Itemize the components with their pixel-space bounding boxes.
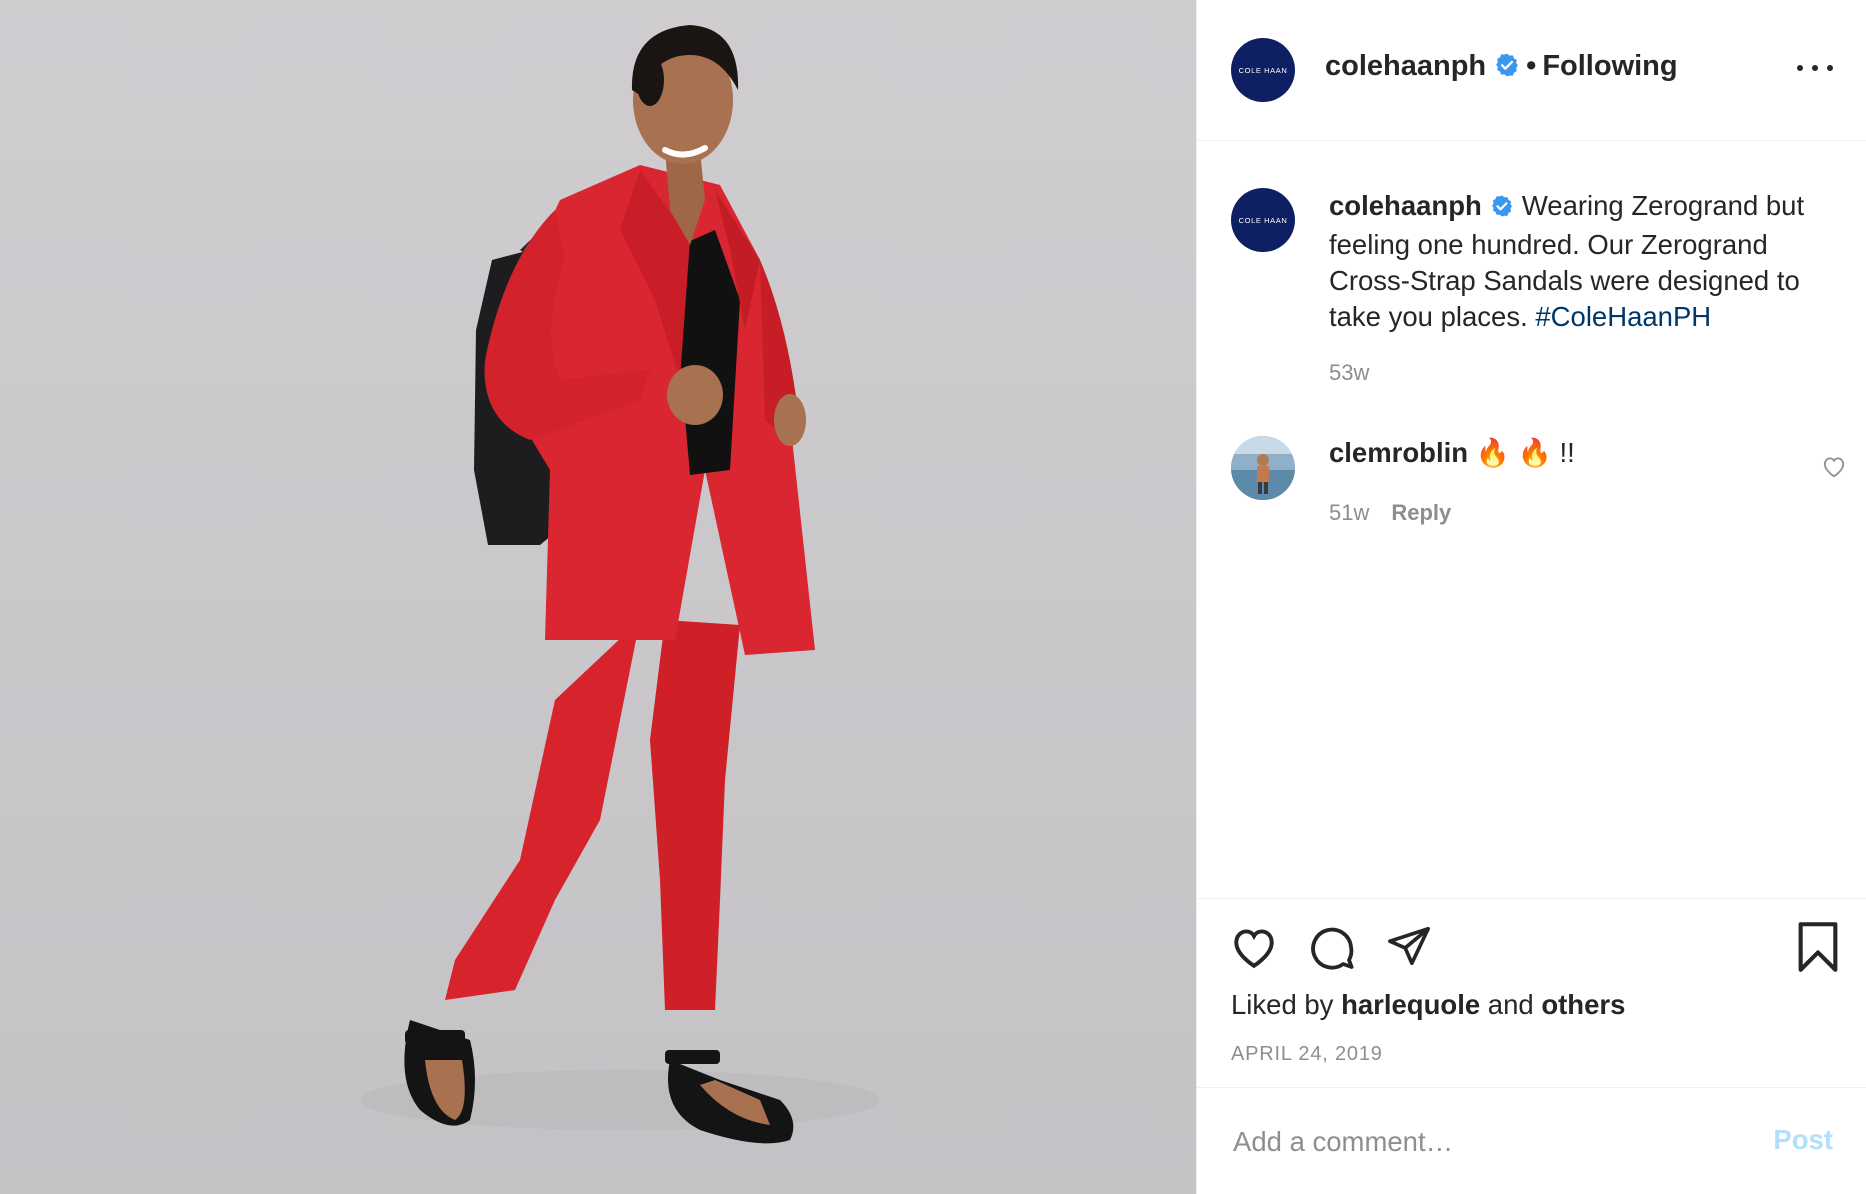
caption-avatar-text: COLE HAAN <box>1238 215 1288 225</box>
caption-avatar[interactable]: COLE HAAN <box>1231 188 1295 252</box>
caption-username[interactable]: colehaanph <box>1329 190 1482 221</box>
comment-username[interactable]: clemroblin <box>1329 437 1468 468</box>
caption-timestamp[interactable]: 53w <box>1329 360 1369 386</box>
comment-heart-icon[interactable] <box>1821 454 1847 478</box>
likes-summary: Liked by harlequole and others <box>1231 989 1625 1021</box>
comment-timestamp[interactable]: 51w <box>1329 500 1369 525</box>
model-photo-illustration <box>360 25 880 1144</box>
comment-bubble-icon[interactable] <box>1307 923 1357 976</box>
post-caption: colehaanph Wearing Zerogrand but feeling … <box>1329 188 1839 335</box>
more-options-icon[interactable] <box>1797 56 1833 80</box>
likes-prefix: Liked by <box>1231 989 1334 1020</box>
avatar-brand-text: COLE HAAN <box>1238 65 1288 75</box>
post-actions: Liked by harlequole and others APRIL 24,… <box>1197 898 1866 1088</box>
post-image[interactable] <box>0 0 1196 1194</box>
add-comment-bar: Post <box>1197 1088 1866 1194</box>
heart-icon[interactable] <box>1229 923 1279 974</box>
likes-user-link[interactable]: harlequole <box>1341 989 1480 1020</box>
profile-avatar[interactable]: COLE HAAN <box>1231 38 1295 102</box>
post-detail-panel: COLE HAAN colehaanph • Following COLE HAAN… <box>1196 0 1866 1194</box>
likes-middle: and <box>1487 989 1534 1020</box>
paper-plane-icon[interactable] <box>1385 923 1433 974</box>
commenter-avatar-image <box>1231 436 1295 500</box>
header-separator: • <box>1526 50 1537 82</box>
following-button[interactable]: Following <box>1542 50 1677 82</box>
caption-hashtag[interactable]: #ColeHaanPH <box>1535 301 1711 332</box>
post-comment-button[interactable]: Post <box>1773 1124 1833 1156</box>
header-username[interactable]: colehaanph <box>1325 50 1486 82</box>
comment-text: 🔥 🔥 !! <box>1475 437 1575 468</box>
header-user-line: colehaanph • Following <box>1325 50 1678 86</box>
bookmark-icon[interactable] <box>1795 921 1841 978</box>
commenter-avatar[interactable] <box>1231 436 1295 500</box>
comment-body: clemroblin 🔥 🔥 !! <box>1329 436 1575 469</box>
post-header: COLE HAAN colehaanph • Following <box>1197 0 1866 141</box>
reply-button[interactable]: Reply <box>1391 500 1451 525</box>
comment-input[interactable] <box>1231 1116 1735 1168</box>
likes-others-link[interactable]: others <box>1541 989 1625 1020</box>
verified-badge-icon <box>1490 191 1514 227</box>
post-date[interactable]: APRIL 24, 2019 <box>1231 1043 1383 1066</box>
comment-meta: 51w Reply <box>1329 500 1451 526</box>
verified-badge-icon <box>1494 52 1520 86</box>
